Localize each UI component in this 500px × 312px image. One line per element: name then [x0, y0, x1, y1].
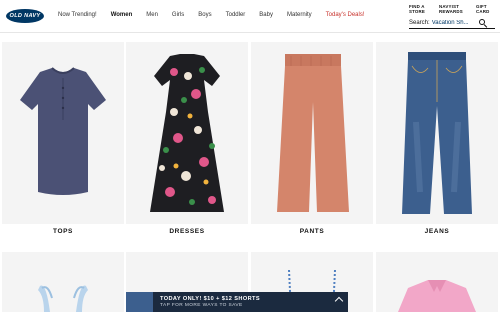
search-box[interactable]: Search: Vacation Sh... — [409, 18, 495, 29]
old-navy-logo[interactable]: OLD NAVY — [6, 9, 44, 23]
category-tile-row2-4[interactable] — [376, 252, 498, 312]
search-icon[interactable] — [478, 18, 488, 28]
find-store-line2: STORE — [409, 9, 426, 14]
jeans-image — [402, 52, 472, 214]
nav-item-girls[interactable]: Girls — [172, 12, 184, 18]
tops-image — [20, 67, 106, 195]
nav-item-baby[interactable]: Baby — [259, 12, 273, 18]
bra-image — [38, 285, 88, 312]
category-label-tops[interactable]: TOPS — [2, 228, 124, 235]
category-tile-dresses[interactable] — [126, 42, 248, 224]
shirt-image — [398, 280, 476, 312]
nav-item-toddler[interactable]: Toddler — [226, 12, 246, 18]
category-label-pants[interactable]: PANTS — [251, 228, 373, 235]
category-label-dresses[interactable]: DRESSES — [126, 228, 248, 235]
category-tile-row2-1[interactable] — [2, 252, 124, 312]
search-input[interactable]: Vacation Sh... — [432, 20, 476, 26]
nav-item-boys[interactable]: Boys — [198, 12, 211, 18]
dresses-image — [150, 54, 224, 212]
logo-text: OLD NAVY — [9, 13, 41, 19]
category-tile-pants[interactable] — [251, 42, 373, 224]
category-tile-jeans[interactable] — [376, 42, 498, 224]
nav-item-women[interactable]: Women — [111, 12, 133, 18]
gift-line2: CARD — [476, 9, 490, 14]
find-a-store-link[interactable]: FIND A STORE — [409, 4, 425, 14]
main-nav: Now Trending! Women Men Girls Boys Toddl… — [58, 12, 379, 18]
nav-item-maternity[interactable]: Maternity — [287, 12, 312, 18]
search-label: Search: — [409, 20, 430, 26]
promo-subline: TAP FOR MORE WAYS TO SAVE — [160, 303, 243, 308]
category-tile-tops[interactable] — [2, 42, 124, 224]
pants-image — [277, 54, 349, 212]
nav-item-now-trending[interactable]: Now Trending! — [58, 12, 97, 18]
nav-item-men[interactable]: Men — [146, 12, 158, 18]
nav-item-todays-deals[interactable]: Today's Deals! — [326, 12, 365, 18]
site-header: OLD NAVY Now Trending! Women Men Girls B… — [0, 0, 500, 33]
category-label-jeans[interactable]: JEANS — [376, 228, 498, 235]
rewards-line2: REWARDS — [439, 9, 463, 14]
gift-card-link[interactable]: GIFT CARD — [476, 4, 489, 14]
navyist-rewards-link[interactable]: NAVYIST REWARDS — [439, 4, 463, 14]
promo-banner[interactable]: TODAY ONLY! $10 + $12 SHORTS TAP FOR MOR… — [153, 292, 348, 312]
